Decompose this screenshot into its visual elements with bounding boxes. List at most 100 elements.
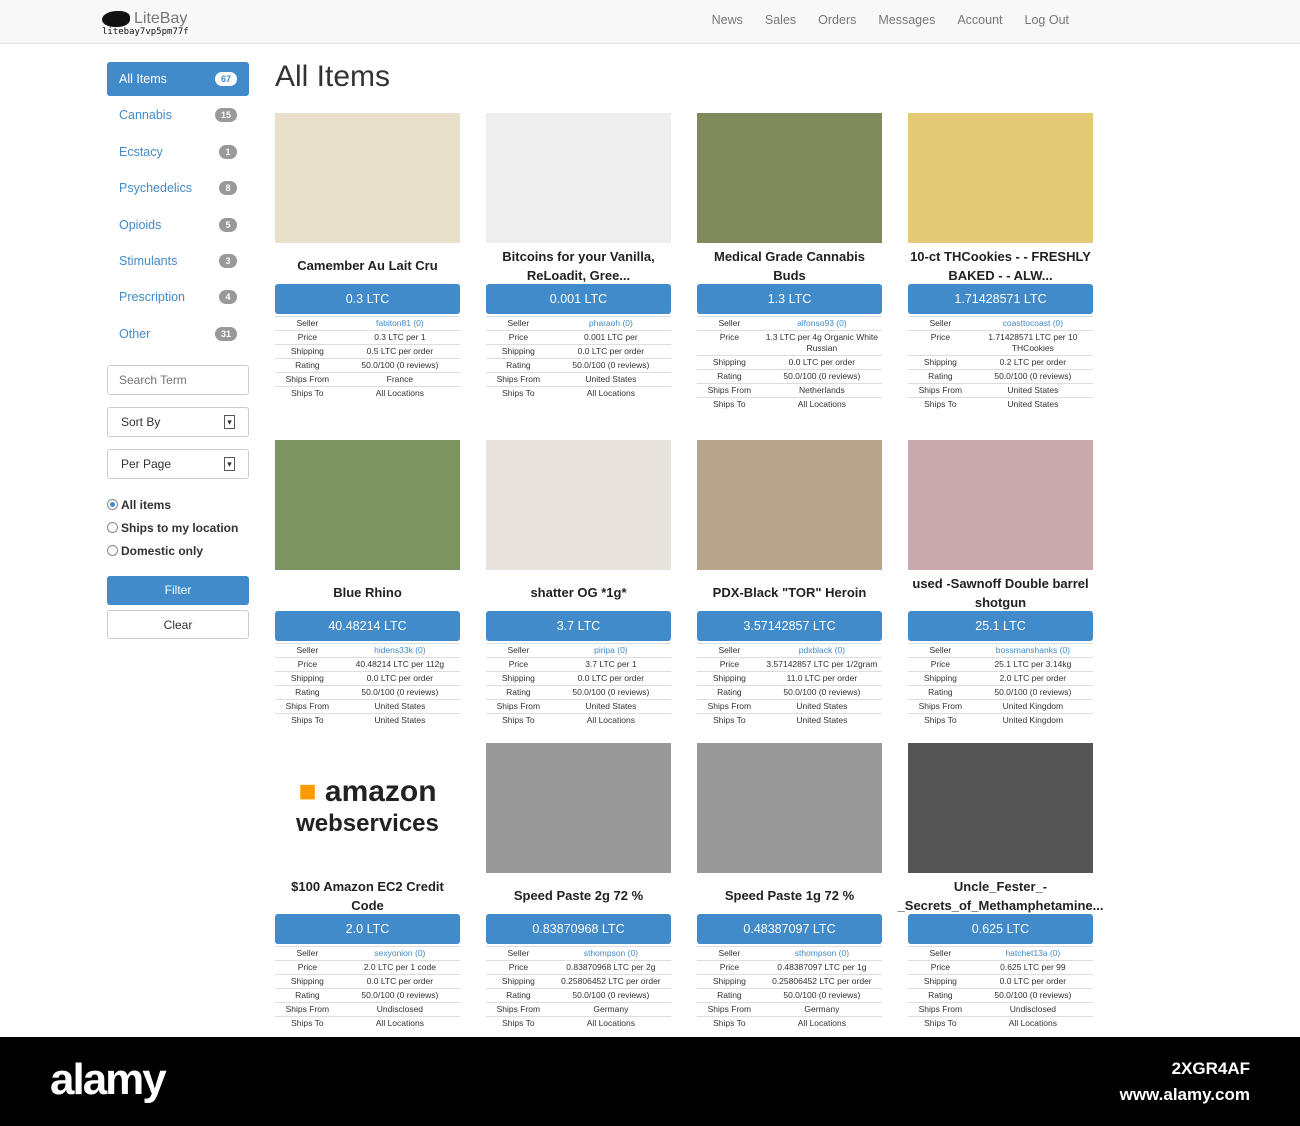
seller-link[interactable]: pdxblack (0): [799, 645, 845, 655]
item-image[interactable]: [486, 113, 671, 243]
radio-button[interactable]: [107, 545, 118, 557]
price-button[interactable]: 3.7 LTC: [486, 611, 671, 641]
sort-by-select[interactable]: Sort By ▾: [107, 407, 249, 438]
seller-link[interactable]: bossmanshanks (0): [996, 645, 1070, 655]
item-title[interactable]: $100 Amazon EC2 Credit Code: [275, 877, 460, 914]
price-button[interactable]: 0.001 LTC: [486, 284, 671, 314]
item-card: Uncle_Fester_-_Secrets_of_Methamphetamin…: [898, 743, 1104, 1030]
nav-messages[interactable]: Messages: [867, 13, 946, 27]
item-image[interactable]: [908, 113, 1093, 243]
details-row: Seller coasttocoast (0): [908, 316, 1093, 331]
item-image[interactable]: [486, 440, 671, 570]
page-title: All Items: [275, 60, 391, 93]
sidebar-item-stimulants[interactable]: Stimulants 3: [107, 244, 249, 278]
sidebar-item-other[interactable]: Other 31: [107, 317, 249, 351]
item-title[interactable]: Medical Grade Cannabis Buds: [697, 247, 882, 284]
seller-link[interactable]: sthompson (0): [795, 948, 849, 958]
clear-button[interactable]: Clear: [107, 610, 249, 640]
detail-value: All Locations: [339, 386, 460, 400]
filter-button[interactable]: Filter: [107, 576, 249, 606]
seller-link[interactable]: coasttocoast (0): [1003, 318, 1063, 328]
item-image[interactable]: [486, 743, 671, 873]
nav-orders[interactable]: Orders: [807, 13, 867, 27]
detail-value: 11.0 LTC per order: [761, 671, 882, 686]
brand[interactable]: LiteBay litebay7vp5pm77f: [102, 10, 189, 37]
detail-value: All Locations: [550, 386, 671, 400]
seller-link[interactable]: sthompson (0): [584, 948, 638, 958]
detail-label: Ships From: [275, 372, 340, 387]
radio-all-items[interactable]: All items: [107, 493, 249, 516]
details-row: Seller fabiton81 (0): [275, 316, 460, 331]
item-image[interactable]: [275, 440, 460, 570]
detail-label: Ships To: [697, 713, 762, 727]
item-title[interactable]: Camember Au Lait Cru: [275, 247, 460, 284]
radio-button[interactable]: [107, 499, 118, 511]
price-button[interactable]: 2.0 LTC: [275, 914, 460, 944]
radio-button[interactable]: [107, 522, 118, 534]
item-image[interactable]: [697, 113, 882, 243]
price-button[interactable]: 40.48214 LTC: [275, 611, 460, 641]
detail-label: Shipping: [908, 974, 973, 989]
nav-log-out[interactable]: Log Out: [1014, 13, 1080, 27]
search-input[interactable]: [107, 365, 249, 396]
nav-news[interactable]: News: [701, 13, 754, 27]
item-details-table: Seller coasttocoast (0) Price 1.71428571 LT…: [908, 316, 1093, 411]
radio-domestic-only[interactable]: Domestic only: [107, 539, 249, 562]
detail-label: Ships From: [486, 372, 551, 387]
price-button[interactable]: 25.1 LTC: [908, 611, 1093, 641]
sidebar-item-psychedelics[interactable]: Psychedelics 8: [107, 171, 249, 205]
seller-link[interactable]: hatchet13a (0): [1005, 948, 1060, 958]
detail-value: All Locations: [761, 1016, 882, 1030]
price-button[interactable]: 1.3 LTC: [697, 284, 882, 314]
detail-label: Ships From: [486, 1002, 551, 1017]
price-button[interactable]: 1.71428571 LTC: [908, 284, 1093, 314]
item-title[interactable]: Uncle_Fester_-_Secrets_of_Methamphetamin…: [898, 877, 1104, 914]
price-button[interactable]: 0.3 LTC: [275, 284, 460, 314]
sidebar-item-prescription[interactable]: Prescription 4: [107, 280, 249, 314]
seller-link[interactable]: hidens33k (0): [374, 645, 426, 655]
seller-link[interactable]: fabiton81 (0): [376, 318, 424, 328]
item-title[interactable]: PDX-Black "TOR" Heroin: [697, 574, 882, 611]
price-button[interactable]: 0.625 LTC: [908, 914, 1093, 944]
details-row: Ships From United Kingdom: [908, 699, 1093, 714]
item-title[interactable]: shatter OG *1g*: [486, 574, 671, 611]
item-image[interactable]: [697, 440, 882, 570]
detail-label: Seller: [908, 316, 973, 331]
item-image[interactable]: [697, 743, 882, 873]
item-title[interactable]: used -Sawnoff Double barrel shotgun: [908, 574, 1093, 611]
details-row: Price 0.3 LTC per 1: [275, 330, 460, 345]
item-title[interactable]: Bitcoins for your Vanilla, ReLoadit, Gre…: [486, 247, 671, 284]
select-arrow-icon: ▾: [224, 457, 235, 472]
detail-value: 40.48214 LTC per 112g: [339, 657, 460, 672]
price-button[interactable]: 0.48387097 LTC: [697, 914, 882, 944]
sidebar-item-cannabis[interactable]: Cannabis 15: [107, 98, 249, 132]
details-row: Shipping 2.0 LTC per order: [908, 671, 1093, 686]
seller-link[interactable]: sexyonion (0): [374, 948, 425, 958]
seller-link[interactable]: alfonso93 (0): [797, 318, 847, 328]
item-title[interactable]: Speed Paste 1g 72 %: [697, 877, 882, 914]
price-button[interactable]: 0.83870968 LTC: [486, 914, 671, 944]
details-row: Ships To All Locations: [486, 386, 671, 400]
item-image[interactable]: [908, 440, 1093, 570]
price-button[interactable]: 3.57142857 LTC: [697, 611, 882, 641]
sidebar-item-all-items[interactable]: All Items 67: [107, 62, 249, 96]
item-title[interactable]: Blue Rhino: [275, 574, 460, 611]
item-image[interactable]: [275, 113, 460, 243]
item-image[interactable]: [908, 743, 1093, 873]
category-label: Cannabis: [119, 108, 172, 123]
item-image[interactable]: ■ amazon webservices: [275, 743, 460, 873]
nav-account[interactable]: Account: [946, 13, 1013, 27]
detail-value: 1.3 LTC per 4g Organic White Russian: [761, 330, 882, 356]
per-page-select[interactable]: Per Page ▾: [107, 449, 249, 480]
item-title[interactable]: 10-ct THCookies - - FRESHLY BAKED - - AL…: [908, 247, 1093, 284]
nav-sales[interactable]: Sales: [754, 13, 807, 27]
radio-ships-to-my-location[interactable]: Ships to my location: [107, 516, 249, 539]
detail-label: Price: [908, 657, 973, 672]
sidebar-item-ecstacy[interactable]: Ecstacy 1: [107, 135, 249, 169]
seller-link[interactable]: pharaoh (0): [589, 318, 633, 328]
seller-link[interactable]: piripa (0): [594, 645, 628, 655]
item-title[interactable]: Speed Paste 2g 72 %: [486, 877, 671, 914]
count-badge: 1: [219, 144, 237, 159]
details-row: Seller sexyonion (0): [275, 946, 460, 961]
sidebar-item-opioids[interactable]: Opioids 5: [107, 208, 249, 242]
